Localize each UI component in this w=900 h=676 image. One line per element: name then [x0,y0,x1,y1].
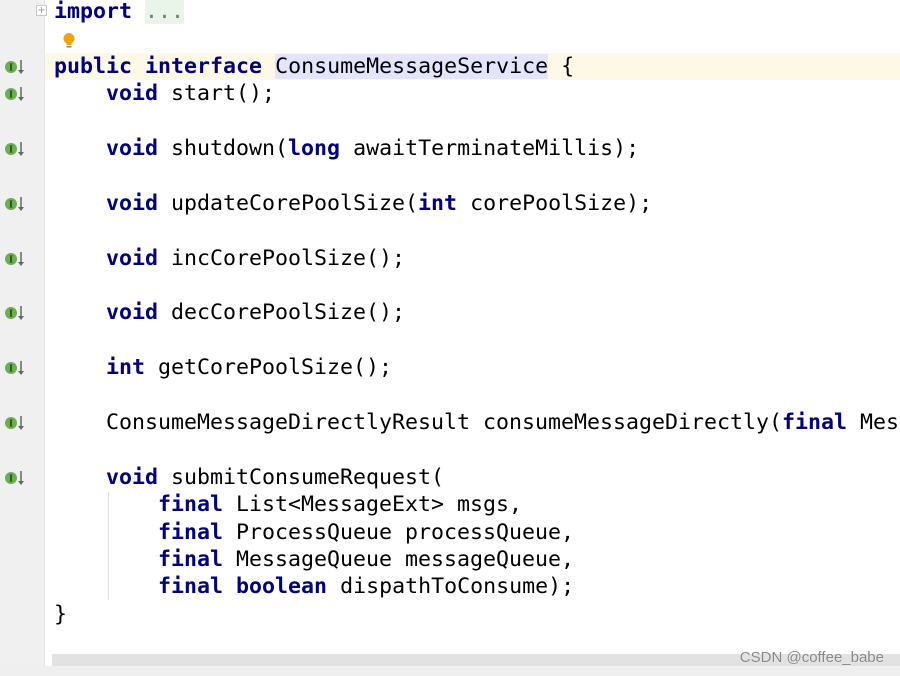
code-token: corePoolSize); [457,190,653,216]
code-line[interactable] [45,327,900,354]
implemented-method-icon[interactable]: I [4,141,26,157]
keyword-token: int [418,190,458,216]
watermark: CSDN @coffee_babe [739,649,884,666]
code-line[interactable] [45,162,900,189]
code-line[interactable] [45,25,900,52]
keyword-token: final [158,519,224,545]
svg-text:I: I [9,420,13,430]
code-token: decCorePoolSize(); [158,300,406,326]
keyword-token: void [106,190,159,216]
svg-text:I: I [9,255,13,265]
svg-text:I: I [9,474,13,484]
code-token: shutdown( [158,136,289,161]
code-token: ConsumeMessageDirectlyResult consumeMess… [54,410,783,435]
code-token: { [548,53,575,79]
keyword-token: boolean [236,574,328,600]
svg-text:I: I [9,63,13,73]
svg-text:I: I [9,200,13,210]
code-line[interactable]: final MessageQueue messageQueue, [45,546,900,573]
code-line[interactable]: final List<MessageExt> msgs, [45,491,900,518]
code-token: List<MessageExt> msgs, [223,492,523,518]
code-editor[interactable]: import ... public interface ConsumeMessag… [45,0,900,676]
svg-text:I: I [9,365,13,375]
svg-text:I: I [9,310,13,320]
implemented-interface-icon[interactable]: I [4,59,26,75]
code-token: } [54,601,68,627]
code-token: submitConsumeRequest( [158,464,445,490]
code-line[interactable]: void updateCorePoolSize(int corePoolSize… [45,190,900,217]
svg-text:I: I [9,146,13,156]
code-token: Mes [847,410,900,435]
code-token: incCorePoolSize(); [158,245,406,271]
indent-guide [108,492,109,600]
code-token: dispathToConsume); [327,574,575,600]
keyword-token: import [54,0,133,24]
folded-imports[interactable]: ... [145,0,185,24]
code-token: start(); [158,81,276,107]
code-token: getCorePoolSize(); [145,355,393,381]
keyword-token: final [782,410,848,435]
keyword-token: final [158,492,224,518]
keyword-token: int [106,355,146,381]
code-line[interactable] [45,108,900,135]
code-token: ProcessQueue processQueue, [223,519,575,545]
code-token: MessageQueue messageQueue, [223,547,575,572]
keyword-token: void [106,81,159,107]
code-token: awaitTerminateMillis); [340,136,640,161]
code-token: ConsumeMessageService [275,53,549,79]
implemented-method-icon[interactable]: I [4,196,26,212]
code-line[interactable] [45,382,900,409]
implemented-method-icon[interactable]: I [4,251,26,267]
implemented-method-icon[interactable]: I [4,415,26,431]
implemented-method-icon[interactable]: I [4,470,26,486]
keyword-token: void [106,136,159,161]
code-token: updateCorePoolSize( [158,190,419,216]
keyword-token: void [106,245,159,271]
code-line[interactable] [45,272,900,299]
code-line[interactable] [45,436,900,463]
keyword-token: final [158,547,224,572]
keyword-token: void [106,300,159,326]
code-line[interactable]: public interface ConsumeMessageService { [45,52,900,81]
implemented-method-icon[interactable]: I [4,86,26,102]
code-line[interactable]: void decCorePoolSize(); [45,299,900,326]
code-line[interactable]: void incCorePoolSize(); [45,245,900,272]
code-line[interactable]: import ... [45,0,900,25]
code-line[interactable] [45,217,900,244]
keyword-token: long [288,136,341,161]
code-line[interactable]: ConsumeMessageDirectlyResult consumeMess… [45,409,900,436]
keyword-token: void [106,464,159,490]
code-line[interactable]: } [45,601,900,628]
code-line[interactable]: int getCorePoolSize(); [45,354,900,381]
svg-text:I: I [9,91,13,101]
implemented-method-icon[interactable]: I [4,305,26,321]
code-line[interactable]: void shutdown(long awaitTerminateMillis)… [45,135,900,162]
status-strip [0,666,900,676]
code-line[interactable]: void start(); [45,80,900,107]
keyword-token: final [158,574,224,600]
lightbulb-icon[interactable] [62,32,76,50]
keyword-token: interface [145,53,263,79]
implemented-method-icon[interactable]: I [4,360,26,376]
code-line[interactable]: final boolean dispathToConsume); [45,573,900,600]
code-line[interactable]: final ProcessQueue processQueue, [45,519,900,546]
keyword-token: public [54,53,133,79]
code-line[interactable]: void submitConsumeRequest( [45,464,900,491]
